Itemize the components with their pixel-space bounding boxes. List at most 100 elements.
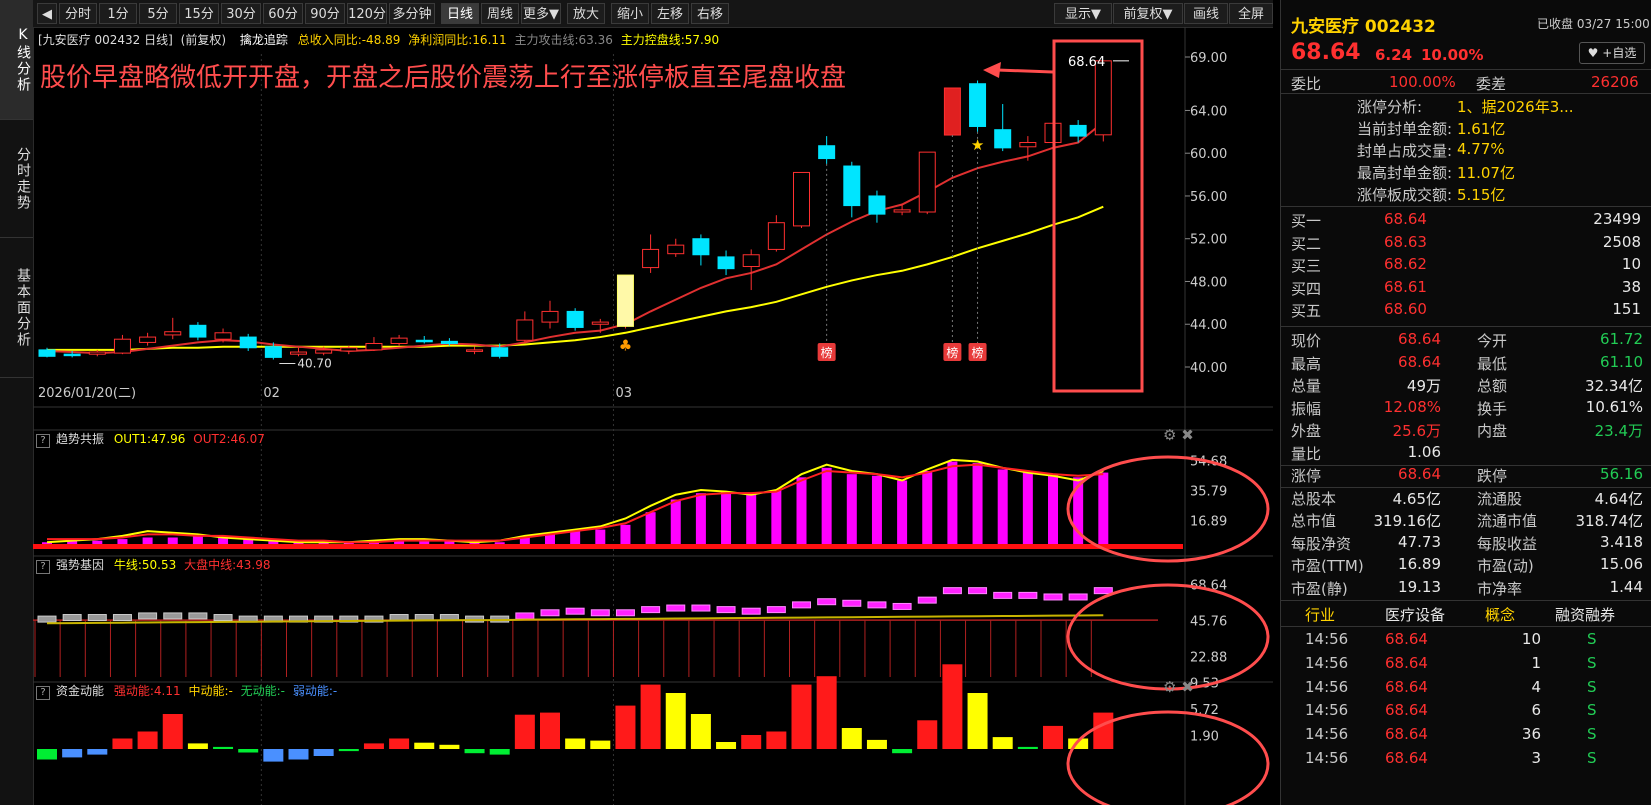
panel2-mark [741,607,761,615]
candle[interactable] [767,215,785,252]
rank-marker[interactable]: 榜 [943,343,962,361]
period-button-4[interactable]: 30分 [221,3,261,24]
period-button-5[interactable]: 60分 [263,3,303,24]
panel3-bar [590,740,611,749]
quote-tab-0[interactable]: 行业 [1305,604,1335,625]
quote-tab-2[interactable]: 概念 [1485,604,1515,625]
help-icon[interactable]: ? [36,434,50,448]
gear-icon[interactable]: ⚙ [1163,426,1176,444]
candle[interactable] [793,171,810,229]
candle[interactable] [818,136,836,164]
candle[interactable] [415,336,433,344]
panel2-market: 大盘中线:43.98 [184,558,271,572]
candle[interactable] [969,80,987,132]
candle[interactable] [692,234,710,266]
period-button-6[interactable]: 90分 [305,3,345,24]
tick-volume: 6 [1531,701,1541,720]
quote-tab-1[interactable]: 医疗设备 [1385,604,1445,625]
period-button-10[interactable]: 周线 [481,3,519,24]
draw-line-button[interactable]: 画线 [1184,3,1228,24]
divider [1281,326,1651,327]
period-button-8[interactable]: 多分钟 [389,3,435,24]
gear-icon[interactable]: ⚙ [1163,678,1176,696]
candle[interactable] [164,317,182,340]
candle[interactable] [994,104,1012,152]
candle[interactable] [943,87,961,136]
panel1-bar [695,493,706,547]
period-button-9[interactable]: 日线 [441,3,479,24]
candle[interactable] [466,346,484,355]
panel1-bar [1022,472,1033,547]
stock-name: 九安医疗 002432 [1291,17,1436,37]
panel2-mark [62,614,82,622]
candle[interactable] [642,234,660,273]
candle[interactable] [239,333,257,351]
period-button-13[interactable]: 缩小 [611,3,649,24]
stat-key: 总额 [1477,377,1508,395]
panel2-mark [666,604,686,612]
period-button-2[interactable]: 5分 [139,3,177,24]
candle[interactable] [868,190,886,223]
divider [1281,626,1651,627]
tab-intraday[interactable]: 分时走势 [0,120,33,238]
panel3-bar [288,749,309,760]
candle[interactable] [290,347,307,357]
close-icon[interactable]: ✖ [1181,678,1194,696]
add-watchlist-button[interactable]: ♥ +自选 [1579,42,1645,64]
panel2-mark [1018,591,1038,599]
period-button-14[interactable]: 左移 [651,3,689,24]
period-button-0[interactable]: 分时 [59,3,97,24]
stat-value: 25.6万 [1392,422,1441,440]
help-icon[interactable]: ? [36,686,50,700]
candle[interactable] [516,311,534,343]
candle[interactable] [616,274,634,329]
period-button-11[interactable]: 更多▼ [521,3,561,24]
tab-fundamental[interactable]: 基本面分析 [0,238,33,378]
panel3-mid: 中动能:- [188,684,233,698]
help-icon[interactable]: ? [36,560,50,574]
tick-side: S [1587,725,1597,744]
rank-marker[interactable]: 榜 [817,343,836,361]
candle[interactable] [1094,60,1112,142]
period-button-1[interactable]: 1分 [99,3,137,24]
candle[interactable] [918,151,936,215]
candle[interactable] [541,300,559,329]
panel1-out1: OUT1:47.96 [113,432,186,446]
candle[interactable] [717,250,735,276]
candle[interactable] [365,337,383,351]
period-button-15[interactable]: 右移 [691,3,729,24]
candle[interactable] [566,308,584,331]
quote-tab-3[interactable]: 融资融券 [1555,604,1615,625]
stat-value: 319.16亿 [1373,512,1442,530]
adjust-menu-button[interactable]: 前复权▼ [1113,3,1183,24]
panel3-bar [640,684,661,749]
period-button-12[interactable]: 放大 [567,3,605,24]
candle[interactable] [390,334,408,346]
panel3-bar [313,749,334,756]
fullscreen-button[interactable]: 全屏 [1229,3,1273,24]
rank-marker[interactable]: 榜 [968,343,987,361]
limit-key: 涨停板成交额: [1357,186,1453,204]
candle[interactable] [667,238,685,257]
market-status: 已收盘 03/27 15:00 [1537,17,1650,31]
date-label: 2026/01/20(二) [38,386,136,401]
stat-key: 流通股 [1477,489,1523,508]
stat-value: 1.06 [1407,442,1441,461]
panel2-mark [163,612,183,620]
candle[interactable] [113,334,131,355]
display-menu-button[interactable]: 显示▼ [1054,3,1112,24]
back-arrow-icon[interactable]: ◀ [37,3,57,24]
bid-level: 买三 [1291,257,1322,275]
period-button-3[interactable]: 15分 [179,3,219,24]
stat-value: 68.64 [1398,465,1441,483]
candle[interactable] [139,332,157,346]
candle[interactable] [742,249,760,291]
bid-volume: 10 [1621,255,1641,273]
candle[interactable] [189,322,207,341]
candle[interactable] [843,161,861,218]
stat-key: 内盘 [1477,422,1508,440]
panel1-out1-line [46,458,1104,544]
close-icon[interactable]: ✖ [1181,426,1194,444]
period-button-7[interactable]: 120分 [347,3,387,24]
tab-kline-analysis[interactable]: K线分析 [0,0,33,120]
